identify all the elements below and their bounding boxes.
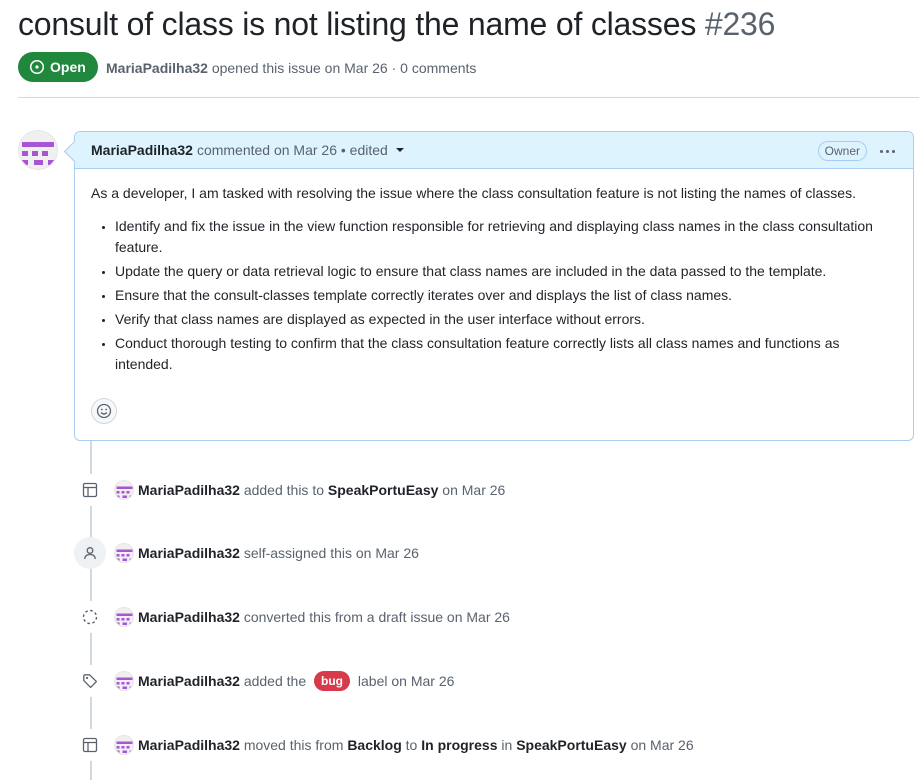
timeline-event-self-assigned: MariaPadilha32 self-assigned this on Mar… [74, 537, 419, 569]
issue-author-link[interactable]: MariaPadilha32 [106, 60, 208, 76]
timeline-event-moved-status: MariaPadilha32 moved this from Backlog t… [74, 729, 694, 761]
issue-title: consult of class is not listing the name… [18, 6, 697, 42]
header-divider [18, 97, 919, 98]
person-icon [74, 537, 106, 569]
issue-meta: MariaPadilha32 opened this issue on Mar … [106, 60, 477, 76]
list-item: Update the query or data retrieval logic… [115, 261, 897, 282]
issue-state-label: Open [50, 59, 86, 75]
comment-body: As a developer, I am tasked with resolvi… [75, 169, 913, 375]
project-table-icon [74, 474, 106, 506]
smiley-icon [96, 403, 112, 419]
issue-state-badge: Open [18, 52, 98, 82]
project-link[interactable]: SpeakPortuEasy [516, 737, 627, 753]
comment-header: MariaPadilha32 commented on Mar 26 • edi… [75, 132, 913, 169]
dashed-circle-icon [74, 601, 106, 633]
actor-link[interactable]: MariaPadilha32 [138, 673, 240, 689]
bug-label[interactable]: bug [314, 671, 350, 691]
timeline-event-labeled: MariaPadilha32 added the bug label on Ma… [74, 665, 454, 697]
actor-link[interactable]: MariaPadilha32 [138, 737, 240, 753]
owner-badge: Owner [817, 141, 867, 161]
timeline-event-converted-draft: MariaPadilha32 converted this from a dra… [74, 601, 510, 633]
avatar[interactable] [18, 130, 58, 170]
avatar[interactable] [114, 607, 134, 627]
project-link[interactable]: SpeakPortuEasy [328, 482, 439, 498]
actor-link[interactable]: MariaPadilha32 [138, 545, 240, 561]
status-to: In progress [421, 737, 498, 753]
status-from: Backlog [347, 737, 402, 753]
project-table-icon [74, 729, 106, 761]
issue-title-heading: consult of class is not listing the name… [18, 6, 775, 43]
comment-bullet-list: Identify and fix the issue in the view f… [91, 216, 897, 375]
comment-header-text[interactable]: commented on Mar 26 • edited [197, 142, 388, 158]
list-item: Ensure that the consult-classes template… [115, 285, 897, 306]
issue-comment: MariaPadilha32 commented on Mar 26 • edi… [74, 131, 914, 441]
chevron-down-icon[interactable] [395, 148, 404, 152]
tag-icon [74, 665, 106, 697]
list-item: Verify that class names are displayed as… [115, 309, 897, 330]
issue-number: #236 [704, 6, 776, 42]
timeline-event-added-to-project: MariaPadilha32 added this to SpeakPortuE… [74, 474, 505, 506]
actor-link[interactable]: MariaPadilha32 [138, 482, 240, 498]
comment-intro: As a developer, I am tasked with resolvi… [91, 185, 856, 201]
actor-link[interactable]: MariaPadilha32 [138, 609, 240, 625]
list-item: Conduct thorough testing to confirm that… [115, 333, 897, 375]
avatar[interactable] [114, 671, 134, 691]
avatar[interactable] [114, 735, 134, 755]
add-reaction-button[interactable] [91, 398, 117, 424]
avatar[interactable] [114, 543, 134, 563]
avatar[interactable] [114, 480, 134, 500]
more-options-icon[interactable] [880, 141, 895, 161]
issue-opened-icon [29, 59, 45, 75]
list-item: Identify and fix the issue in the view f… [115, 216, 897, 258]
comment-author-link[interactable]: MariaPadilha32 [91, 142, 193, 158]
